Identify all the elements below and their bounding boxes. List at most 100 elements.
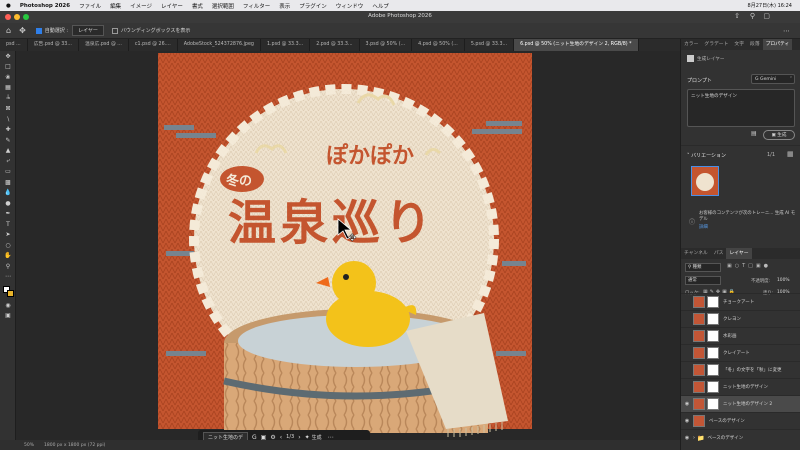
object-select-tool-icon[interactable]: ▦ [0,83,16,94]
shape-tool-icon[interactable]: ○ [0,240,16,251]
tab-paragraph[interactable]: 段落 [747,39,763,50]
tab-color[interactable]: カラー [681,39,701,50]
options-more-icon[interactable]: ⋯ [783,27,790,35]
path-select-tool-icon[interactable]: ➤ [0,230,16,241]
doc-tab-active[interactable]: 6.psd @ 50% (ニット生地のデザイン 2, RGB/8) * [514,39,639,51]
history-brush-icon[interactable]: ⤶ [0,156,16,167]
layer-type-icon [687,55,694,62]
home-icon[interactable]: ⌂ [6,26,11,35]
doc-tab[interactable]: AdobeStock_524372876.jpeg [178,39,261,51]
layer-row[interactable]: ニット生地のデザイン [681,378,800,395]
menu-plugins[interactable]: プラグイン [299,2,327,10]
menu-view[interactable]: 表示 [279,2,290,10]
menu-edit[interactable]: 編集 [110,2,121,10]
lasso-tool-icon[interactable]: ❀ [0,72,16,83]
quick-mask-icon[interactable]: ◉ [0,300,16,311]
menu-image[interactable]: イメージ [130,2,152,10]
color-swatches[interactable] [0,282,16,300]
variations-grid-icon[interactable]: ▦ [787,150,794,158]
menu-window[interactable]: ウィンドウ [336,2,364,10]
doc-tab[interactable]: 温泉広.psd @ ... [79,39,129,51]
menu-layer[interactable]: レイヤー [161,2,183,10]
tab-paths[interactable]: パス [711,248,727,259]
doc-tab[interactable]: 5.psd @ 33.3... [465,39,515,51]
auto-select-checkbox[interactable] [35,27,42,34]
document-canvas[interactable]: ぽかぽか 冬の 温泉巡り ✥ [16,51,680,440]
more-tools-icon[interactable]: ⋯ [0,272,16,283]
eraser-tool-icon[interactable]: ▭ [0,167,16,178]
blur-tool-icon[interactable]: 💧 [0,188,16,199]
doc-tab[interactable]: 広告.psd @ 33... [28,39,79,51]
menu-file[interactable]: ファイル [79,2,101,10]
share-icon[interactable]: ⇧ [734,12,740,20]
chevron-right-icon[interactable]: › [693,435,695,441]
eye-icon[interactable]: ◉ [681,435,693,441]
layer-row[interactable]: 水彩画 [681,327,800,344]
layer-mask-thumbnail [707,296,719,308]
crop-tool-icon[interactable]: ┶ [0,93,16,104]
screen-mode-icon[interactable]: ▣ [0,311,16,322]
reference-image-icon[interactable]: ▤ [751,130,757,137]
doc-tab[interactable]: 3.psd @ 50% (... [360,39,413,51]
blend-mode-dropdown[interactable]: 通常 [685,276,721,285]
eye-icon[interactable]: ◉ [681,418,693,424]
right-panel: カラー グラデート 文字 段落 プロパティ 生成レイヤー プロンプト G Gemini ˅… [680,39,800,450]
layer-row[interactable]: 「冬」の文字を「秋」に変更 [681,361,800,378]
doc-tab[interactable]: 1.psd @ 33.3... [261,39,311,51]
notice-details-link[interactable]: 詳細 [699,224,708,230]
healing-brush-icon[interactable]: ✚ [0,125,16,136]
layer-group-row[interactable]: ◉ › 📁 ベースのデザイン [681,429,800,446]
prompt-input[interactable]: ニット生地のデザイン [687,89,795,127]
workspace-icon[interactable]: ▢ [763,12,770,20]
tab-character[interactable]: 文字 [731,39,747,50]
hand-tool-icon[interactable]: ✋ [0,251,16,262]
menubar-clock: 8月27日(木) 16:24 [747,3,792,9]
layer-filter-icons[interactable]: ▣○T□▣● [727,263,771,269]
layer-row[interactable]: クレイアート [681,344,800,361]
dodge-tool-icon[interactable]: ● [0,198,16,209]
tab-properties[interactable]: プロパティ [762,39,793,50]
apple-icon[interactable]: ● [6,3,11,9]
eyedropper-tool-icon[interactable]: ∖ [0,114,16,125]
generate-button[interactable]: ▣ 生成 [763,130,795,140]
layer-row[interactable]: チョークアート [681,293,800,310]
move-tool-icon[interactable]: ✥ [0,51,16,62]
layer-filter-dropdown[interactable]: ⚲ 種類 [685,263,721,272]
layer-mask-thumbnail [707,364,719,376]
layer-thumbnail [693,296,705,308]
canvas-area[interactable]: ぽかぽか 冬の 温泉巡り ✥ [16,51,680,440]
tab-channels[interactable]: チャンネル [681,248,711,259]
eye-icon[interactable]: ◉ [681,401,693,407]
search-icon[interactable]: ⚲ [750,12,755,20]
doc-tab[interactable]: 2.psd @ 33.3... [310,39,360,51]
frame-tool-icon[interactable]: ⊠ [0,104,16,115]
tab-layers[interactable]: レイヤー [726,248,752,259]
tab-gradient[interactable]: グラデート [701,39,731,50]
layer-row[interactable]: クレヨン [681,310,800,327]
menu-select[interactable]: 選択範囲 [212,2,234,10]
move-tool-icon[interactable]: ✥ [19,26,26,35]
layer-row-selected[interactable]: ◉ ニット生地のデザイン 2 [681,395,800,412]
opacity-value[interactable]: 100% [777,278,790,283]
stamp-tool-icon[interactable]: ▲ [0,146,16,157]
menu-type[interactable]: 書式 [192,2,203,10]
background-color[interactable] [6,290,14,297]
layer-row[interactable]: ◉ ベースのデザイン [681,412,800,429]
doc-tab[interactable]: psd ... [0,39,28,51]
brush-tool-icon[interactable]: ✎ [0,135,16,146]
zoom-tool-icon[interactable]: ⚲ [0,261,16,272]
pen-tool-icon[interactable]: ✒ [0,209,16,220]
zoom-level[interactable]: 50% [24,443,34,448]
variation-thumbnail[interactable] [691,166,719,196]
gradient-tool-icon[interactable]: ▩ [0,177,16,188]
auto-select-target-dropdown[interactable]: レイヤー [72,25,104,36]
bbox-checkbox[interactable] [111,27,118,34]
doc-tab[interactable]: 4.psd @ 50% (... [412,39,465,51]
doc-tab[interactable]: c1.psd @ 26.... [129,39,178,51]
menu-filter[interactable]: フィルター [243,2,270,10]
menu-help[interactable]: ヘルプ [372,2,389,10]
marquee-tool-icon[interactable]: □ [0,62,16,73]
type-tool-icon[interactable]: T [0,219,16,230]
model-dropdown[interactable]: G Gemini ˅ [751,74,795,84]
app-menu[interactable]: Photoshop 2026 [20,3,70,9]
